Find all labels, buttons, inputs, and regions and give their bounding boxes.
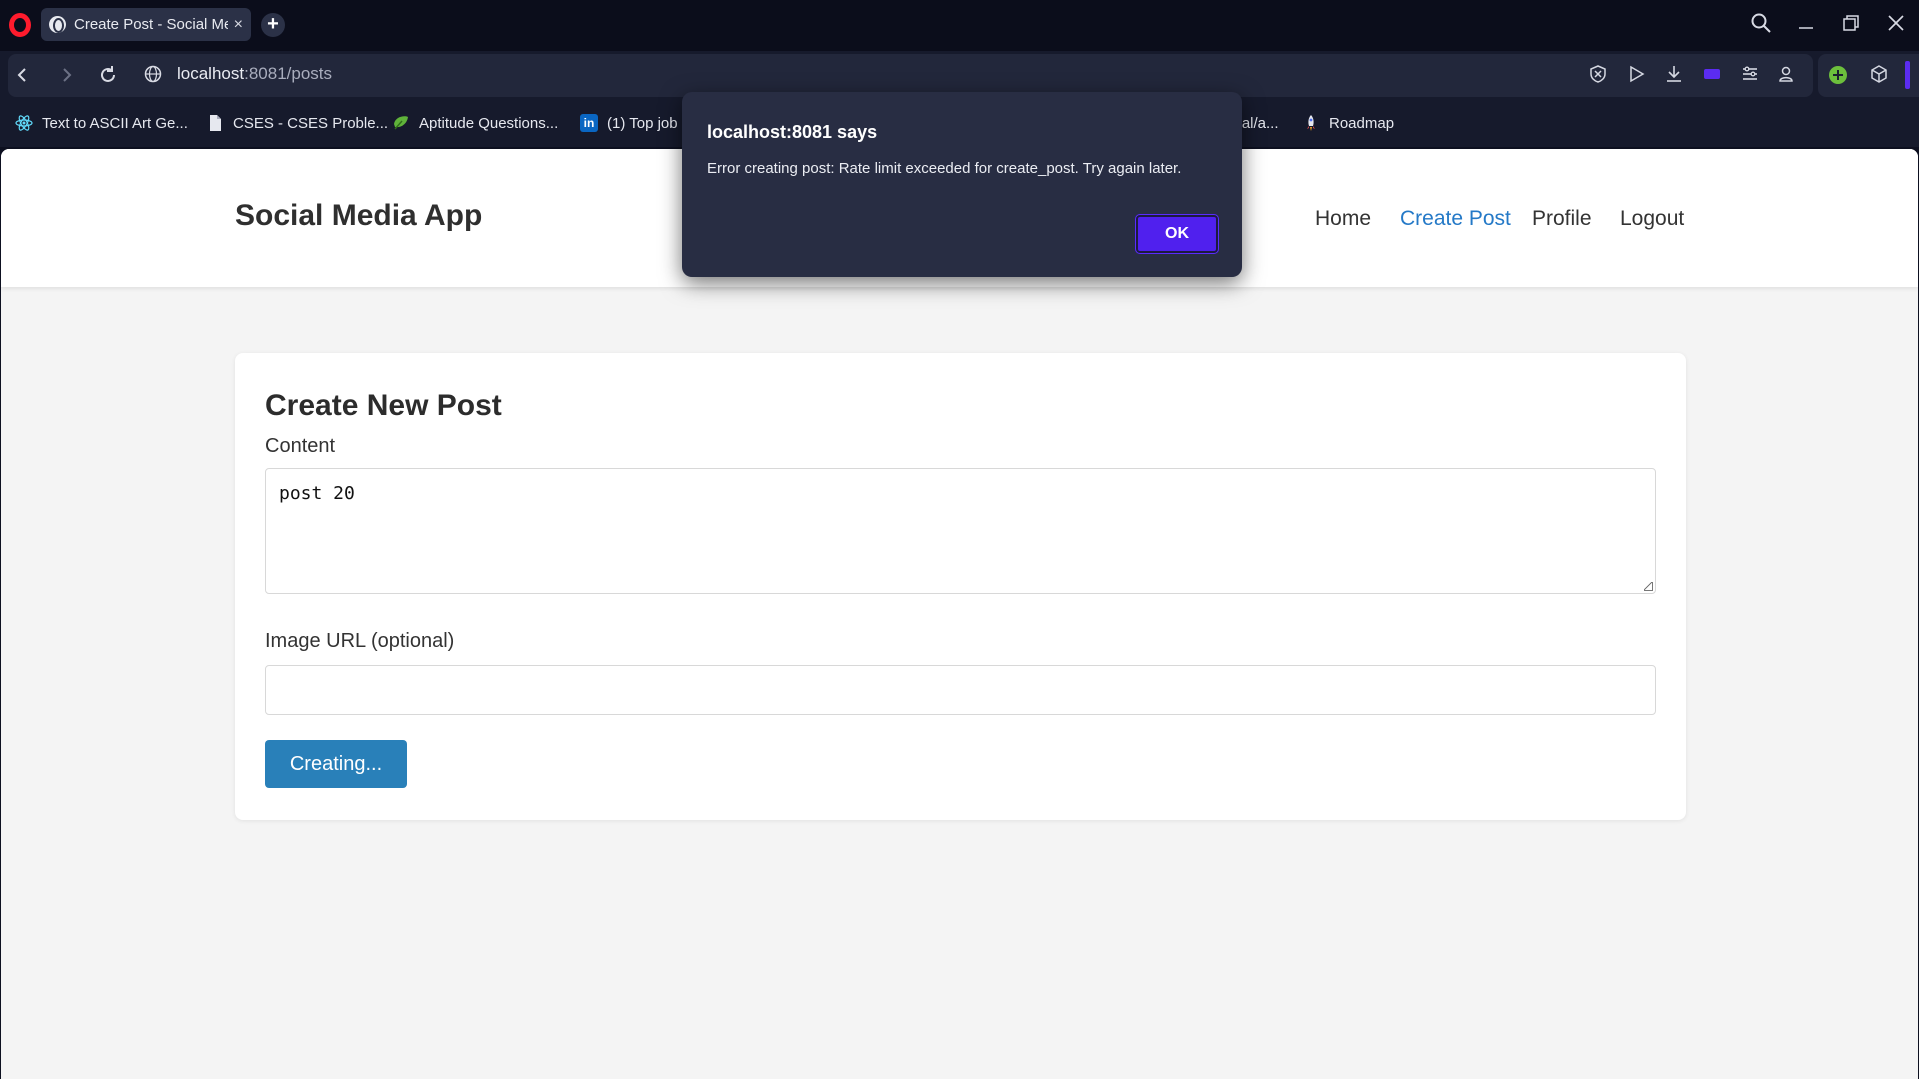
card-title: Create New Post bbox=[265, 389, 502, 422]
bookmark-label: Text to ASCII Art Ge... bbox=[42, 114, 188, 132]
forward-icon[interactable] bbox=[55, 63, 79, 87]
globe-icon bbox=[49, 16, 66, 33]
url-host: localhost bbox=[177, 64, 245, 83]
bookmark-cses[interactable]: CSES - CSES Proble... bbox=[206, 112, 388, 134]
bookmark-label: CSES - CSES Proble... bbox=[233, 114, 389, 132]
bookmark-label: Roadmap bbox=[1329, 114, 1395, 132]
bookmark-aptitude[interactable]: Aptitude Questions... bbox=[392, 112, 558, 134]
bookmark-label: Aptitude Questions... bbox=[419, 114, 559, 132]
tab-title: Create Post - Social Media App bbox=[74, 16, 228, 33]
nav-create-post[interactable]: Create Post bbox=[1400, 207, 1511, 231]
back-icon[interactable] bbox=[10, 63, 34, 87]
dialog-ok-button[interactable]: OK bbox=[1136, 215, 1218, 253]
search-icon[interactable] bbox=[1748, 12, 1774, 38]
image-url-input[interactable] bbox=[265, 665, 1656, 715]
nav-home[interactable]: Home bbox=[1315, 207, 1371, 231]
tab-close-icon[interactable]: × bbox=[234, 16, 243, 34]
play-icon[interactable] bbox=[1625, 64, 1647, 86]
adblock-icon[interactable] bbox=[1587, 64, 1609, 86]
app-brand[interactable]: Social Media App bbox=[235, 199, 482, 233]
new-tab-button[interactable]: + bbox=[261, 13, 285, 37]
profile-icon[interactable] bbox=[1775, 64, 1797, 86]
restore-icon[interactable] bbox=[1838, 12, 1864, 38]
bookmark-roadmap[interactable]: Roadmap bbox=[1302, 112, 1394, 134]
easy-setup-icon[interactable] bbox=[1739, 64, 1761, 86]
document-icon bbox=[206, 114, 224, 132]
rocket-icon bbox=[1302, 114, 1320, 132]
reload-icon[interactable] bbox=[96, 63, 120, 87]
bookmark-linkedin[interactable]: in (1) Top job bbox=[580, 112, 678, 134]
content-value: post 20 bbox=[279, 483, 355, 504]
download-icon[interactable] bbox=[1663, 64, 1685, 86]
dialog-title: localhost:8081 says bbox=[707, 122, 878, 142]
image-url-label: Image URL (optional) bbox=[265, 630, 455, 652]
content-textarea[interactable]: post 20 bbox=[265, 468, 1656, 594]
sidebar-accent bbox=[1905, 61, 1910, 89]
bookmark-ascii-art[interactable]: Text to ASCII Art Ge... bbox=[15, 112, 188, 134]
tab-create-post[interactable]: Create Post - Social Media App × bbox=[41, 8, 251, 41]
close-window-icon[interactable] bbox=[1883, 12, 1909, 38]
minimize-icon[interactable] bbox=[1793, 12, 1819, 38]
url-input[interactable]: localhost:8081/posts bbox=[177, 64, 332, 84]
leaf-icon bbox=[392, 114, 410, 132]
web-page: Social Media App Home Create Post Profil… bbox=[1, 149, 1918, 1079]
vpn-icon[interactable] bbox=[1701, 64, 1723, 86]
add-extension-icon[interactable] bbox=[1827, 64, 1849, 86]
alert-dialog: localhost:8081 says Error creating post:… bbox=[682, 92, 1242, 277]
extensions-cube-icon[interactable] bbox=[1868, 64, 1890, 86]
site-info-globe-icon[interactable] bbox=[141, 63, 165, 87]
linkedin-icon: in bbox=[580, 114, 598, 132]
bookmark-label: (1) Top job bbox=[607, 114, 678, 132]
url-path: :8081/posts bbox=[244, 64, 333, 83]
nav-logout[interactable]: Logout bbox=[1620, 207, 1684, 231]
content-label: Content bbox=[265, 435, 336, 457]
create-post-card: Create New Post Content post 20 Image UR… bbox=[235, 353, 1686, 820]
create-post-button[interactable]: Creating... bbox=[265, 740, 407, 788]
browser-titlebar: Create Post - Social Media App × + bbox=[0, 0, 1919, 51]
resize-handle-icon[interactable] bbox=[1644, 582, 1653, 591]
opera-logo-icon[interactable] bbox=[9, 13, 31, 37]
dialog-message: Error creating post: Rate limit exceeded… bbox=[707, 160, 1182, 177]
nav-profile[interactable]: Profile bbox=[1532, 207, 1592, 231]
react-icon bbox=[15, 114, 33, 132]
